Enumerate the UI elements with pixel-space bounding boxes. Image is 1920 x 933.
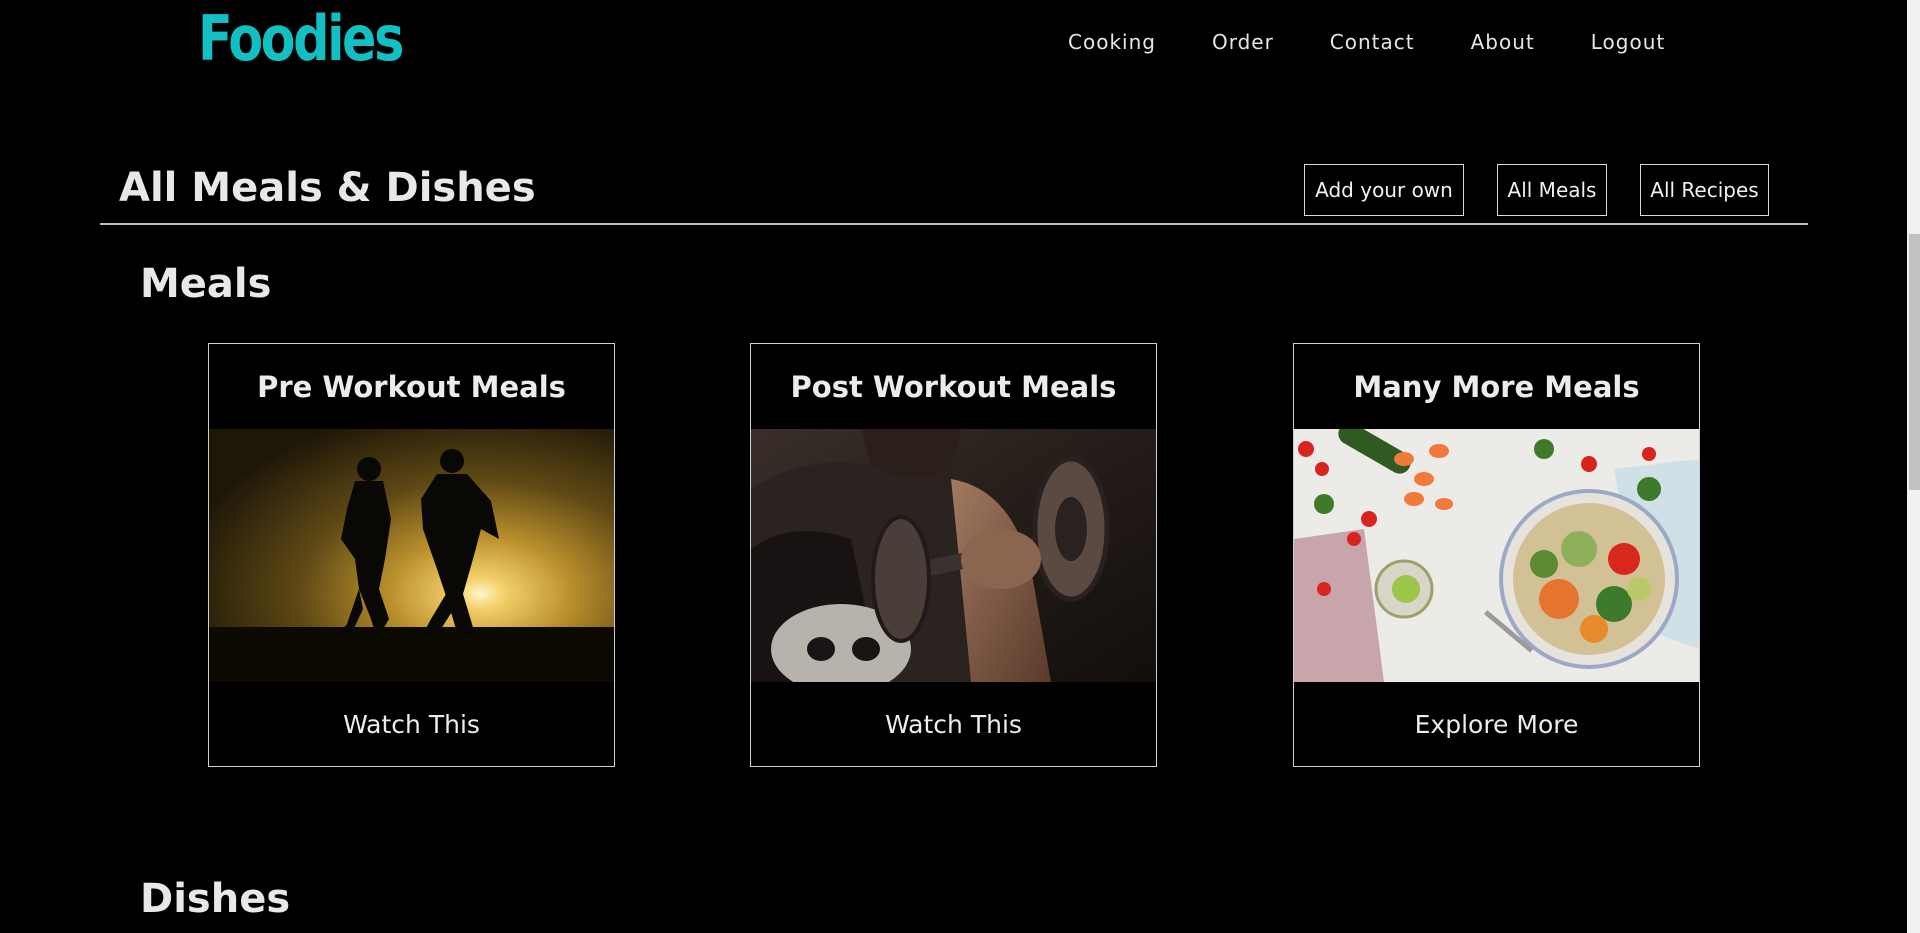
card-title: Pre Workout Meals <box>257 369 566 404</box>
scrollbar-thumb[interactable] <box>1909 234 1920 490</box>
main-nav: Cooking Order Contact About Logout <box>1068 30 1721 54</box>
runners-silhouette-image <box>209 429 614 682</box>
nav-item-cooking[interactable]: Cooking <box>1068 30 1156 54</box>
page: Foodies Cooking Order Contact About Logo… <box>0 0 1920 933</box>
section-divider <box>100 223 1808 225</box>
card-post-workout-meals[interactable]: Post Workout Meals Watch This <box>750 343 1157 767</box>
nav-item-contact[interactable]: Contact <box>1330 30 1415 54</box>
card-title: Many More Meals <box>1353 369 1640 404</box>
page-title: All Meals & Dishes <box>119 165 536 211</box>
nav-item-logout[interactable]: Logout <box>1591 30 1665 54</box>
header-button-group: Add your own All Meals All Recipes <box>1304 164 1769 216</box>
meals-heading: Meals <box>140 261 272 307</box>
nav-item-order[interactable]: Order <box>1212 30 1274 54</box>
dumbbell-lifter-image <box>751 429 1156 682</box>
watch-this-link[interactable]: Watch This <box>209 682 614 766</box>
card-title: Post Workout Meals <box>790 369 1117 404</box>
nav-item-about[interactable]: About <box>1471 30 1535 54</box>
site-logo[interactable]: Foodies <box>198 8 404 70</box>
all-recipes-button[interactable]: All Recipes <box>1640 164 1769 216</box>
dishes-heading: Dishes <box>140 876 291 922</box>
card-pre-workout-meals[interactable]: Pre Workout Meals Watch This <box>208 343 615 767</box>
salad-bowl-image <box>1294 429 1699 682</box>
explore-more-link[interactable]: Explore More <box>1294 682 1699 766</box>
watch-this-link[interactable]: Watch This <box>751 682 1156 766</box>
all-meals-button[interactable]: All Meals <box>1497 164 1607 216</box>
card-many-more-meals[interactable]: Many More Meals Explore More <box>1293 343 1700 767</box>
add-your-own-button[interactable]: Add your own <box>1304 164 1464 216</box>
